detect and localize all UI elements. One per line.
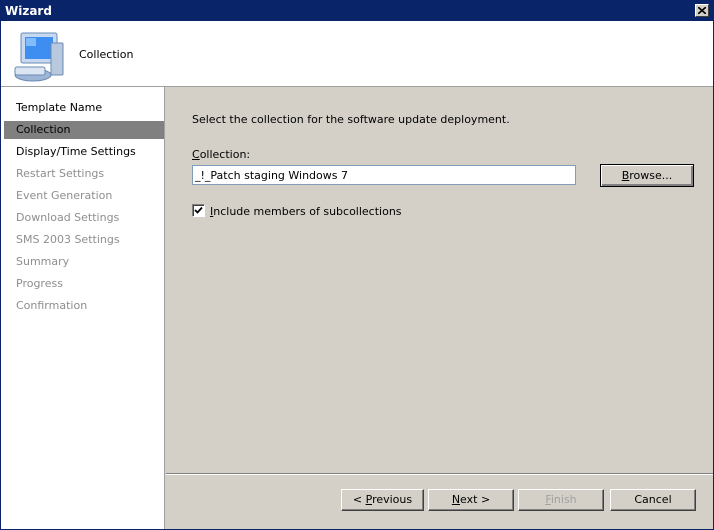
wizard-steps-sidebar: Template Name Collection Display/Time Se… [1, 87, 165, 529]
sidebar-item-template-name[interactable]: Template Name [4, 99, 164, 117]
checkmark-icon [194, 206, 203, 214]
computer-icon [14, 32, 64, 82]
sidebar-item-summary[interactable]: Summary [4, 253, 164, 271]
previous-prefix: < [352, 493, 366, 506]
browse-label: rowse... [629, 168, 673, 182]
previous-label: revious [372, 493, 413, 506]
sidebar-item-display-time-settings[interactable]: Display/Time Settings [4, 143, 164, 161]
close-icon [698, 7, 706, 14]
instruction-text: Select the collection for the software u… [192, 113, 510, 126]
collection-label-text: ollection: [199, 148, 251, 161]
wizard-window: Wizard Collection Template Name Collecti… [0, 0, 714, 530]
sidebar-item-sms-2003-settings[interactable]: SMS 2003 Settings [4, 231, 164, 249]
main-content: Select the collection for the software u… [166, 87, 713, 473]
browse-button[interactable]: Browse... [600, 164, 694, 187]
cancel-button[interactable]: Cancel [610, 489, 696, 511]
sidebar-item-progress[interactable]: Progress [4, 275, 164, 293]
sidebar-item-restart-settings[interactable]: Restart Settings [4, 165, 164, 183]
sidebar-item-collection[interactable]: Collection [4, 121, 164, 139]
next-mnemonic: N [451, 493, 461, 506]
sidebar-item-download-settings[interactable]: Download Settings [4, 209, 164, 227]
finish-label: inish [550, 493, 577, 506]
close-button[interactable] [695, 4, 709, 17]
window-title: Wizard [5, 4, 52, 18]
previous-button[interactable]: < Previous [341, 489, 424, 511]
wizard-footer: < Previous Next > Finish Cancel [166, 475, 713, 529]
collection-label-mnemonic: C [192, 148, 200, 161]
include-label-text: nclude members of subcollections [213, 205, 402, 218]
sidebar-item-confirmation[interactable]: Confirmation [4, 297, 164, 315]
title-bar[interactable]: Wizard [1, 1, 713, 21]
sidebar-item-event-generation[interactable]: Event Generation [4, 187, 164, 205]
next-button[interactable]: Next > [428, 489, 514, 511]
collection-label: Collection: [192, 148, 250, 161]
next-label: ext > [460, 493, 491, 506]
wizard-header: Collection [1, 21, 713, 87]
finish-button[interactable]: Finish [518, 489, 604, 511]
page-title: Collection [79, 48, 134, 61]
include-subcollections-label[interactable]: Include members of subcollections [210, 205, 402, 218]
collection-input[interactable] [192, 165, 576, 185]
include-subcollections-checkbox[interactable] [192, 204, 205, 217]
